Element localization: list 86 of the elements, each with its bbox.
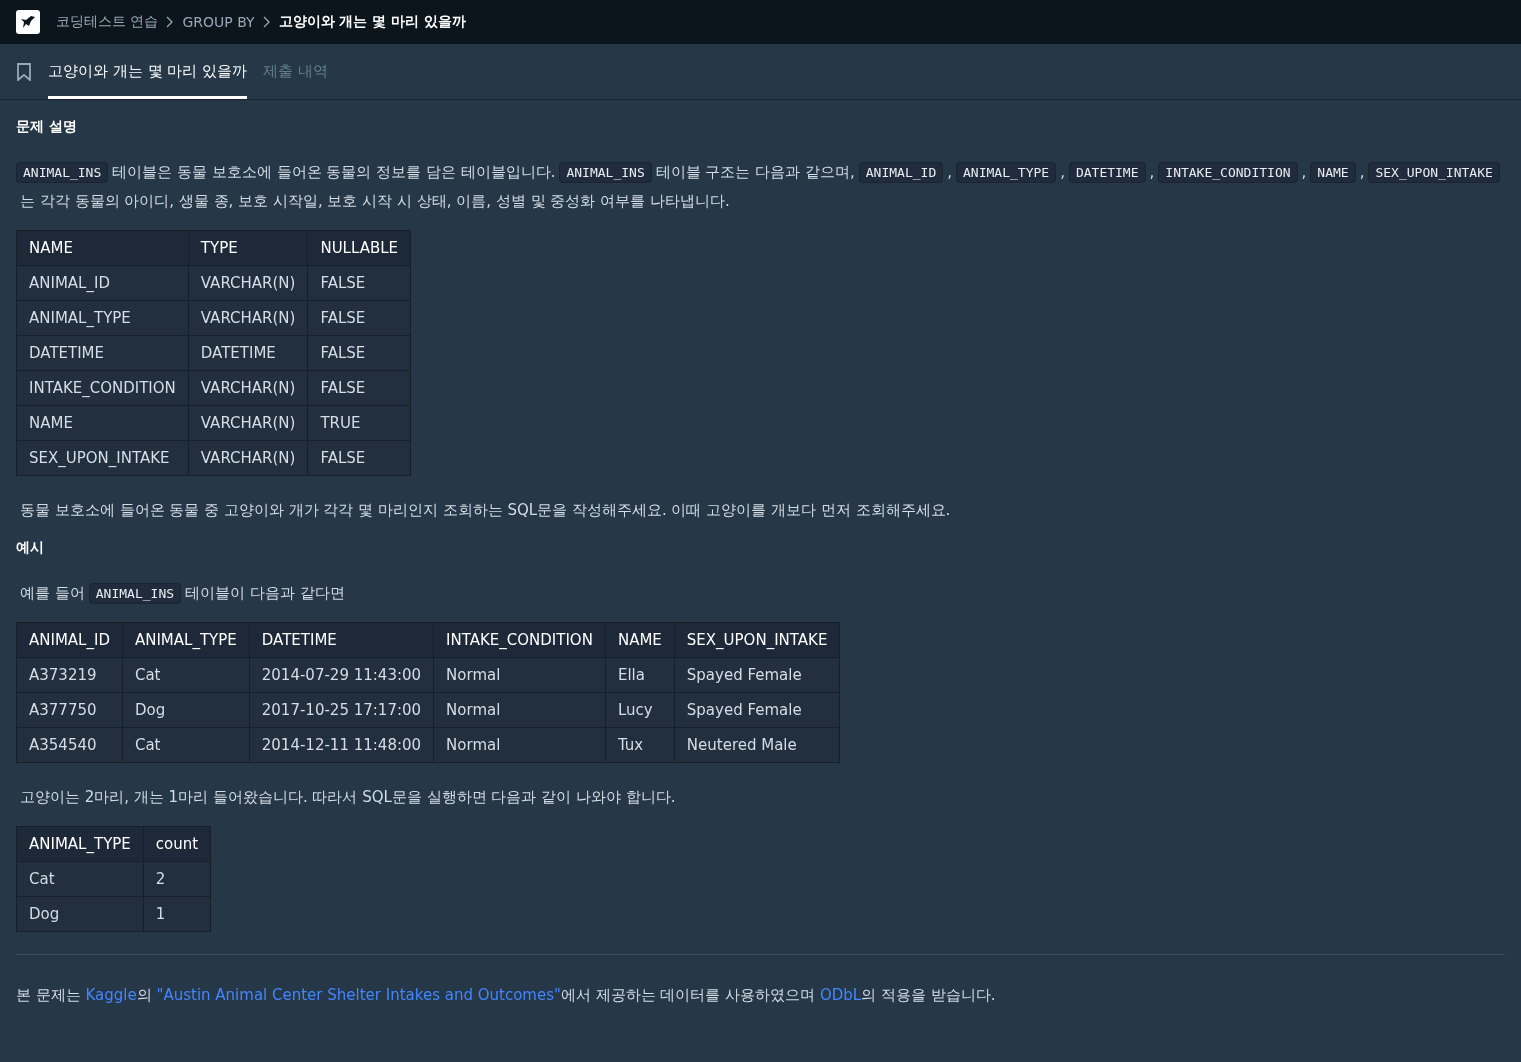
description-text: 테이블은 동물 보호소에 들어온 동물의 정보를 담은 테이블입니다. bbox=[112, 163, 556, 181]
table-cell: 2 bbox=[143, 861, 211, 897]
section-heading: 문제 설명 bbox=[16, 118, 78, 136]
license-note: 본 문제는 Kaggle의 "Austin Animal Center Shelter Intakes and Outcomes"에서 제공하는 데이터를 사용하였으며 ODbL의 적용을 받습니다. bbox=[16, 985, 997, 1006]
table-cell: VARCHAR(N) bbox=[188, 440, 308, 476]
table-cell: Dog bbox=[122, 692, 250, 728]
table-cell: TRUE bbox=[307, 405, 411, 441]
table-cell: Cat bbox=[16, 861, 144, 897]
table-cell: INTAKE_CONDITION bbox=[16, 370, 189, 406]
table-cell: VARCHAR(N) bbox=[188, 370, 308, 406]
description-text: 예를 들어 bbox=[20, 584, 85, 602]
breadcrumb-link[interactable]: 코딩테스트 연습 bbox=[56, 13, 159, 31]
table-cell: VARCHAR(N) bbox=[188, 265, 308, 301]
table-cell: VARCHAR(N) bbox=[188, 300, 308, 336]
inline-code: ANIMAL_ID bbox=[858, 162, 944, 183]
table-cell: 2017-10-25 17:17:00 bbox=[249, 692, 434, 728]
table-cell: Tux bbox=[605, 727, 675, 763]
table-cell: Cat bbox=[122, 657, 250, 693]
table-header-cell: INTAKE_CONDITION bbox=[433, 622, 606, 658]
description-text: , bbox=[1060, 163, 1065, 181]
description-text: 테이블 구조는 다음과 같으며, bbox=[655, 163, 855, 181]
breadcrumb-link[interactable]: 고양이와 개는 몇 마리 있을까 bbox=[278, 13, 467, 31]
description-text: 테이블이 다음과 같다면 bbox=[185, 584, 345, 602]
table-cell: DATETIME bbox=[188, 335, 308, 371]
inline-code: DATETIME bbox=[1068, 162, 1146, 183]
table-header-cell: ANIMAL_ID bbox=[16, 622, 123, 658]
inline-code: NAME bbox=[1310, 162, 1356, 183]
table-cell: FALSE bbox=[307, 370, 411, 406]
inline-code: ANIMAL_TYPE bbox=[956, 162, 1057, 183]
text-link[interactable]: ODbL bbox=[819, 986, 862, 1004]
table-cell: Lucy bbox=[605, 692, 675, 728]
chevron-right-icon bbox=[262, 16, 271, 28]
table-header-cell: count bbox=[143, 826, 211, 862]
tab[interactable]: 고양이와 개는 몇 마리 있을까 bbox=[48, 44, 248, 99]
section-heading: 예시 bbox=[16, 539, 45, 557]
table-cell: 1 bbox=[143, 896, 211, 932]
table-header-cell: DATETIME bbox=[249, 622, 434, 658]
table-cell: 2014-07-29 11:43:00 bbox=[249, 657, 434, 693]
table-cell: Cat bbox=[122, 727, 250, 763]
text-link[interactable]: "Austin Animal Center Shelter Intakes and Outcomes" bbox=[156, 986, 561, 1004]
description-text: 동물 보호소에 들어온 동물 중 고양이와 개가 각각 몇 마리인지 조회하는 SQL문을 작성해주세요. 이때 고양이를 개보다 먼저 조회해주세요. bbox=[20, 501, 951, 519]
table-cell: A354540 bbox=[16, 727, 123, 763]
table-cell: Dog bbox=[16, 896, 144, 932]
table-cell: Neutered Male bbox=[674, 727, 840, 763]
table-cell: FALSE bbox=[307, 300, 411, 336]
table-cell: Normal bbox=[433, 692, 606, 728]
inline-code: ANIMAL_INS bbox=[88, 583, 182, 604]
text-link[interactable]: Kaggle bbox=[85, 986, 137, 1004]
table-cell: ANIMAL_ID bbox=[16, 265, 189, 301]
table-cell: Spayed Female bbox=[674, 657, 840, 693]
table-header-cell: NULLABLE bbox=[307, 230, 411, 266]
table-cell: DATETIME bbox=[16, 335, 189, 371]
table-cell: FALSE bbox=[307, 440, 411, 476]
table-header-cell: ANIMAL_TYPE bbox=[122, 622, 250, 658]
table-cell: A377750 bbox=[16, 692, 123, 728]
description-text: 고양이는 2마리, 개는 1마리 들어왔습니다. 따라서 SQL문을 실행하면 다음과 같이 나와야 합니다. bbox=[20, 788, 676, 806]
table-header-cell: NAME bbox=[605, 622, 675, 658]
table-cell: FALSE bbox=[307, 265, 411, 301]
table-cell: A373219 bbox=[16, 657, 123, 693]
table-header-cell: TYPE bbox=[188, 230, 308, 266]
table-cell: 2014-12-11 11:48:00 bbox=[249, 727, 434, 763]
table-cell: FALSE bbox=[307, 335, 411, 371]
table-cell: SEX_UPON_INTAKE bbox=[16, 440, 189, 476]
table-cell: ANIMAL_TYPE bbox=[16, 300, 189, 336]
description-text: , bbox=[1301, 163, 1307, 181]
table-cell: Normal bbox=[433, 657, 606, 693]
description-text: , bbox=[947, 163, 953, 181]
inline-code: INTAKE_CONDITION bbox=[1158, 162, 1298, 183]
bookmark-icon[interactable] bbox=[16, 62, 32, 81]
table-cell: VARCHAR(N) bbox=[188, 405, 308, 441]
breadcrumb-link[interactable]: GROUP BY bbox=[182, 14, 255, 30]
table-header-cell: SEX_UPON_INTAKE bbox=[674, 622, 840, 658]
inline-code: ANIMAL_INS bbox=[16, 162, 109, 183]
description-text: 는 각각 동물의 아이디, 생물 종, 보호 시작일, 보호 시작 시 상태, 이름, 성별 및 중성화 여부를 나타냅니다. bbox=[20, 192, 730, 210]
table-cell: NAME bbox=[16, 405, 189, 441]
table-cell: Spayed Female bbox=[674, 692, 840, 728]
inline-code: SEX_UPON_INTAKE bbox=[1368, 162, 1500, 183]
description-text: , bbox=[1359, 163, 1365, 181]
table-cell: Normal bbox=[433, 727, 606, 763]
chevron-right-icon bbox=[166, 16, 175, 28]
table-header-cell: NAME bbox=[16, 230, 189, 266]
description-text: , bbox=[1149, 163, 1155, 181]
inline-code: ANIMAL_INS bbox=[559, 162, 652, 183]
logo-icon[interactable] bbox=[16, 10, 40, 34]
table-cell: Ella bbox=[605, 657, 675, 693]
table-header-cell: ANIMAL_TYPE bbox=[16, 826, 144, 862]
